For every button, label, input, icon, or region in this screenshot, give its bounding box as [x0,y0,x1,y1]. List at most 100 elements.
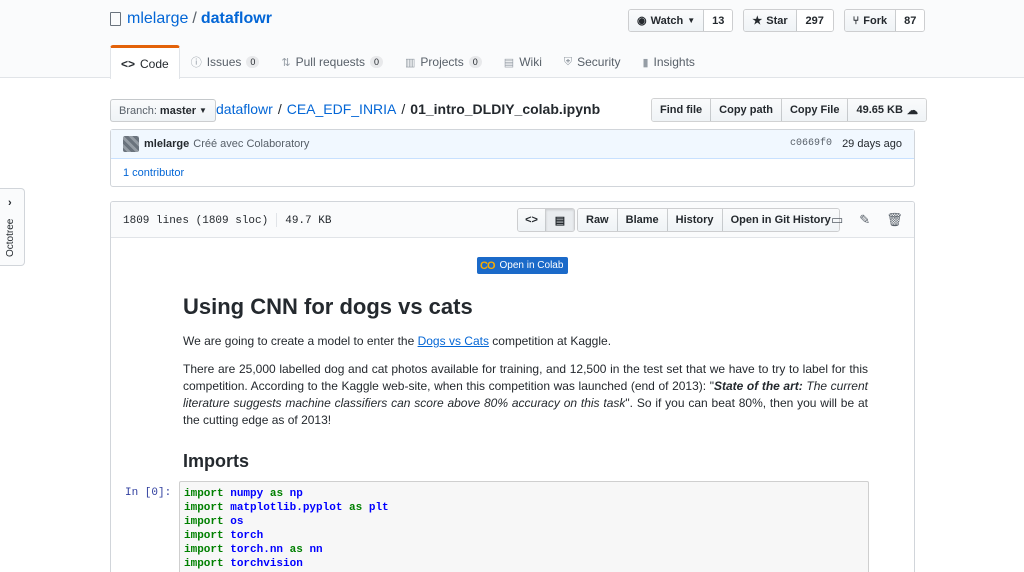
keyword: import [184,558,224,570]
caret-down-icon: ▼ [199,106,207,115]
colab-logo-icon: CO [480,259,495,272]
notebook-title: Using CNN for dogs vs cats [183,294,473,319]
code-icon: <> [525,214,538,226]
download-button[interactable]: 49.65 KB ☁ [848,99,926,121]
watch-group: ◉ Watch ▼ 13 [628,9,734,32]
state-of-art-label: State of the art: [713,379,803,393]
intro-text-end: competition at Kaggle. [488,334,612,348]
copy-path-button[interactable]: Copy path [711,99,782,121]
alias: nn [309,544,323,556]
watch-label: Watch [650,14,684,27]
repo-name: dataflowr [200,10,272,27]
breadcrumb-root[interactable]: dataflowr [216,101,273,117]
octotree-toggle[interactable]: › Octotree [0,188,25,266]
tab-security[interactable]: ⛨ Security [553,45,632,78]
breadcrumb-separator: / [277,101,282,117]
copy-file-button[interactable]: Copy File [781,99,849,121]
repo-nav: <> Code ⓘ Issues 0 ⇅ Pull requests 0 ▥ P… [110,45,706,79]
open-in-colab-badge[interactable]: CO Open in Colab [477,257,569,274]
file-header: 1809 lines (1809 sloc) 49.7 KB <> ▤ Raw B… [111,202,914,238]
file-lines: 1809 lines (1809 sloc) [123,214,269,227]
find-file-button[interactable]: Find file [652,99,712,121]
tab-wiki[interactable]: ▤ Wiki [493,45,553,78]
branch-select-button[interactable]: Branch: master ▼ [110,99,216,122]
tab-counter: 0 [468,56,482,68]
divider [276,212,278,227]
file-actions: Raw Blame History Open in Git History [577,208,840,232]
tab-issues[interactable]: ⓘ Issues 0 [180,45,271,78]
tab-label: Projects [420,55,464,69]
breadcrumb-file: 01_intro_DLDIY_colab.ipynb [410,101,601,117]
fork-button[interactable]: ⑂ Fork [844,10,897,31]
code-line: import torch.nn as nn [184,543,864,557]
module: torch.nn [230,544,284,556]
star-button[interactable]: ★ Star [744,10,797,31]
keyword: as [349,502,363,514]
colab-badge-label: Open in Colab [499,260,564,271]
tab-counter: 0 [370,56,384,68]
desktop-icon[interactable]: ▭ [831,212,843,228]
tab-insights[interactable]: ▮ Insights [631,45,705,78]
pull-request-icon: ⇅ [281,56,291,69]
project-icon: ▥ [405,56,416,69]
branch-prefix: Branch: [119,104,157,117]
file-icon-actions: ▭ ✎ 🗑 [831,212,903,228]
tab-projects[interactable]: ▥ Projects 0 [394,45,493,78]
code-icon: <> [121,56,136,71]
breadcrumb-dir[interactable]: CEA_EDF_INRIA [287,101,397,117]
trash-icon[interactable]: 🗑 [886,212,903,228]
commit-sha[interactable]: c0669f0 [790,138,832,150]
module: os [230,516,244,528]
repo-title-separator: / [192,10,197,27]
file-navigation: Find file Copy path Copy File 49.65 KB ☁ [651,98,927,122]
keyword: import [184,502,224,514]
view-toggle: <> ▤ [517,208,575,232]
history-button[interactable]: History [667,209,723,231]
tab-counter: 0 [246,56,260,68]
code-line: import numpy as np [184,487,864,501]
tab-label: Wiki [519,55,542,69]
star-count[interactable]: 297 [796,10,833,31]
repo-header: mlelarge / dataflowr ◉ Watch ▼ 13 ★ Star… [0,0,1024,79]
tab-code[interactable]: <> Code [110,45,180,79]
git-history-button[interactable]: Open in Git History [722,209,839,231]
fork-count[interactable]: 87 [896,10,925,31]
rendered-view-button[interactable]: ▤ [546,209,574,231]
raw-button[interactable]: Raw [578,209,618,231]
fork-group: ⑂ Fork 87 [843,9,926,32]
watch-count[interactable]: 13 [704,10,733,31]
watch-button[interactable]: ◉ Watch ▼ [629,10,705,31]
blame-button[interactable]: Blame [617,209,668,231]
file-size-label: 49.65 KB [856,104,903,116]
repo-owner-link[interactable]: mlelarge [127,10,188,28]
keyword: import [184,516,224,528]
repo-icon [110,12,121,26]
avatar[interactable] [123,136,139,152]
pencil-icon[interactable]: ✎ [859,212,870,228]
repo-name-link[interactable]: dataflowr [201,10,272,28]
tab-label: Insights [653,55,695,69]
commit-author[interactable]: mlelarge [144,138,189,150]
contributors-link[interactable]: 1 contributor [111,159,914,187]
commit-meta: c0669f0 29 days ago [790,138,902,150]
branch-name: master [159,104,196,117]
alias: plt [368,502,389,514]
commit-message[interactable]: Créé avec Colaboratory [193,138,309,150]
commit-time: 29 days ago [842,138,902,150]
file-info: 1809 lines (1809 sloc) 49.7 KB [123,212,332,227]
module: numpy [230,488,264,500]
code-cell[interactable]: import numpy as np import matplotlib.pyp… [179,481,869,572]
commit-box: mlelarge Créé avec Colaboratory c0669f0 … [110,129,915,187]
keyword: as [269,488,284,500]
chevron-right-icon: › [8,197,12,209]
eye-icon: ◉ [637,15,647,27]
fork-icon: ⑂ [852,14,860,27]
repo-title: mlelarge / dataflowr [110,10,272,28]
file-size: 49.7 KB [285,214,332,227]
commit-tease: mlelarge Créé avec Colaboratory c0669f0 … [111,130,914,159]
dogs-vs-cats-link[interactable]: Dogs vs Cats [418,334,489,348]
source-view-button[interactable]: <> [518,209,546,231]
code-line: import os [184,515,864,529]
tab-pull-requests[interactable]: ⇅ Pull requests 0 [270,45,394,78]
file-icon: ▤ [554,214,566,227]
